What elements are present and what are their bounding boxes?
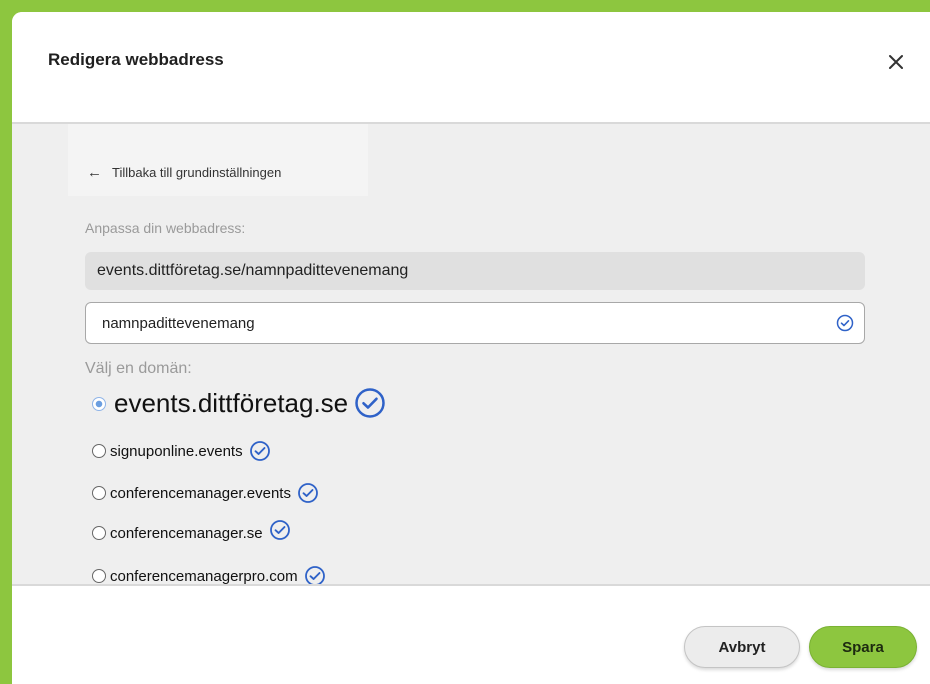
edit-url-dialog: Redigera webbadress ← Tillbaka till grun…	[12, 12, 930, 684]
dialog-footer: Avbryt Spara	[12, 586, 930, 684]
url-preview: events.dittföretag.se/namnpaditteveneman…	[85, 252, 865, 290]
slug-input-wrapper	[85, 302, 865, 344]
domain-radio[interactable]	[92, 444, 106, 458]
check-circle-icon	[249, 441, 270, 461]
arrow-left-icon: ←	[87, 164, 102, 181]
close-icon	[889, 55, 903, 69]
slug-input[interactable]	[100, 303, 824, 344]
cancel-button[interactable]: Avbryt	[684, 626, 800, 668]
domain-option-label: conferencemanagerpro.com	[110, 567, 298, 585]
check-circle-icon	[304, 566, 325, 584]
save-button[interactable]: Spara	[809, 626, 917, 668]
customize-url-label: Anpassa din webbadress:	[85, 220, 246, 236]
domain-option[interactable]: conferencemanagerpro.com	[92, 563, 326, 585]
back-to-basic-settings-link[interactable]: ← Tillbaka till grundinställningen	[87, 164, 281, 181]
check-circle-icon	[355, 388, 385, 418]
dialog-header: Redigera webbadress	[12, 12, 930, 124]
domain-radio[interactable]	[92, 397, 106, 411]
domain-radio[interactable]	[92, 486, 106, 500]
back-area	[68, 124, 368, 196]
check-circle-icon	[836, 314, 854, 332]
domain-option-label: events.dittföretag.se	[114, 387, 349, 418]
domain-option[interactable]: conferencemanager.events	[92, 480, 319, 506]
domain-option[interactable]: conferencemanager.se	[92, 520, 291, 546]
domain-option-label: signuponline.events	[110, 442, 243, 460]
domain-option-label: conferencemanager.events	[110, 484, 291, 502]
domain-option-label: conferencemanager.se	[110, 524, 263, 542]
domain-radio[interactable]	[92, 569, 106, 583]
check-circle-icon	[298, 483, 318, 503]
dialog-title: Redigera webbadress	[48, 50, 224, 69]
close-button[interactable]	[884, 50, 908, 74]
dialog-body: ← Tillbaka till grundinställningen Anpas…	[12, 124, 930, 586]
domain-option[interactable]: events.dittföretag.se	[92, 386, 386, 420]
domain-radio[interactable]	[92, 526, 106, 540]
check-circle-icon	[269, 520, 290, 540]
domain-option[interactable]: signuponline.events	[92, 438, 271, 464]
choose-domain-label: Välj en domän:	[85, 360, 192, 377]
back-link-label: Tillbaka till grundinställningen	[112, 165, 282, 180]
